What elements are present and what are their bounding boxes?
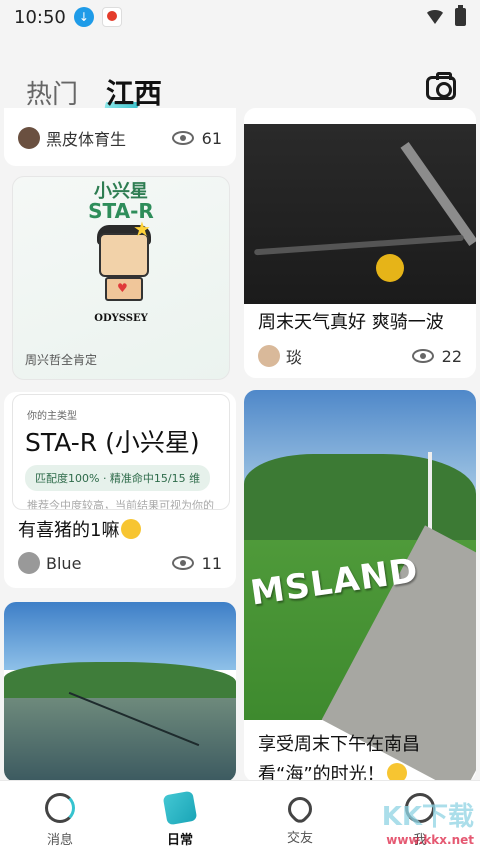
- message-icon: [45, 793, 75, 823]
- bike-photo-handlebar: [254, 234, 464, 256]
- eye-icon: [411, 349, 434, 363]
- lake-photo-water: [4, 698, 236, 782]
- card-meta: 琰 22: [258, 344, 462, 368]
- result-faded-text: 推荐今中度较高，当前结果可视为你的: [27, 499, 214, 510]
- feed-card[interactable]: MSLAND 享受周末下午在南昌看“海”的时光！: [244, 390, 476, 782]
- personality-card[interactable]: 小兴星 STA-R ★ ♥ ODYSSEY 周兴哲全肯定: [12, 176, 230, 380]
- feed-card[interactable]: [4, 602, 236, 782]
- brand-logo: ODYSSEY: [94, 313, 148, 324]
- watermark-brand: KK下载: [381, 802, 474, 832]
- result-type: STA-R (小兴星): [25, 428, 200, 457]
- bike-photo-bell: [376, 254, 404, 282]
- nav-item-friends[interactable]: 交友: [240, 781, 360, 855]
- post-title: 周末天气真好 爽骑一波: [258, 312, 444, 333]
- lake-photo-trees: [4, 662, 236, 702]
- post-title: 有喜猪的1嘛: [18, 516, 222, 546]
- bottom-nav: 消息 日常 交友 我 KK下载 www.kkx.net: [0, 780, 480, 855]
- status-time: 10:50: [14, 6, 66, 28]
- nav-item-daily[interactable]: 日常: [120, 781, 240, 855]
- author-name: 黑皮体育生: [46, 130, 127, 149]
- nav-item-messages[interactable]: 消息: [0, 781, 120, 855]
- feed-card[interactable]: 周末天气真好 爽骑一波 琰 22: [244, 108, 476, 378]
- daily-icon: [162, 790, 198, 826]
- eye-icon: [171, 556, 194, 570]
- view-count: 11: [171, 553, 222, 573]
- view-count-value: 61: [201, 128, 222, 148]
- wifi-icon: [425, 10, 445, 24]
- tab-hot[interactable]: 热门: [26, 74, 78, 111]
- view-count-value: 22: [441, 346, 462, 366]
- status-bar: 10:50 ↓: [0, 0, 480, 34]
- result-preview: 你的主类型 STA-R (小兴星) 匹配度100% · 精准命中15/15 维 …: [12, 394, 230, 510]
- avatar: [18, 552, 40, 574]
- download-icon: ↓: [73, 7, 94, 27]
- feed-card[interactable]: 你的主类型 STA-R (小兴星) 匹配度100% · 精准命中15/15 维 …: [4, 392, 236, 588]
- card-caption: 周兴哲全肯定: [25, 353, 98, 367]
- avatar: [18, 127, 40, 149]
- emoji-icon: [121, 519, 142, 539]
- post-title-text: 有喜猪的1嘛: [18, 520, 120, 541]
- watermark-logo: KK下载 www.kkx.net: [382, 796, 474, 847]
- avatar: [258, 345, 280, 367]
- heart-icon: ♥: [117, 281, 128, 295]
- bike-photo-pole: [400, 141, 476, 247]
- card-meta: 黑皮体育生 61: [18, 126, 222, 150]
- card-meta: Blue 11: [18, 552, 222, 574]
- star-icon: ★: [133, 217, 151, 241]
- friends-icon: [283, 792, 317, 826]
- result-label: 你的主类型: [27, 411, 77, 422]
- eye-icon: [171, 131, 194, 145]
- nav-label: 消息: [46, 833, 73, 848]
- tab-jiangxi[interactable]: 江西: [106, 72, 162, 112]
- camera-icon[interactable]: [426, 72, 456, 100]
- view-count-value: 11: [201, 553, 222, 573]
- view-count: 61: [171, 128, 222, 148]
- bike-photo: [244, 124, 476, 304]
- author-name: Blue: [46, 553, 82, 573]
- persona-type: STA-R: [88, 199, 154, 223]
- watermark-url: www.kkx.net: [386, 833, 474, 847]
- post-title: 享受周末下午在南昌看“海”的时光！: [258, 730, 462, 782]
- view-count: 22: [411, 346, 462, 366]
- match-chip: 匹配度100% · 精准命中15/15 维: [25, 465, 211, 491]
- lake-photo-sky: [4, 602, 236, 670]
- nav-label: 交友: [286, 831, 313, 846]
- app-notification-icon: [101, 7, 122, 27]
- nav-label: 日常: [166, 833, 193, 848]
- author-name: 琰: [286, 348, 303, 367]
- battery-icon: [455, 5, 466, 26]
- feed-card[interactable]: 黑皮体育生 61: [4, 108, 236, 166]
